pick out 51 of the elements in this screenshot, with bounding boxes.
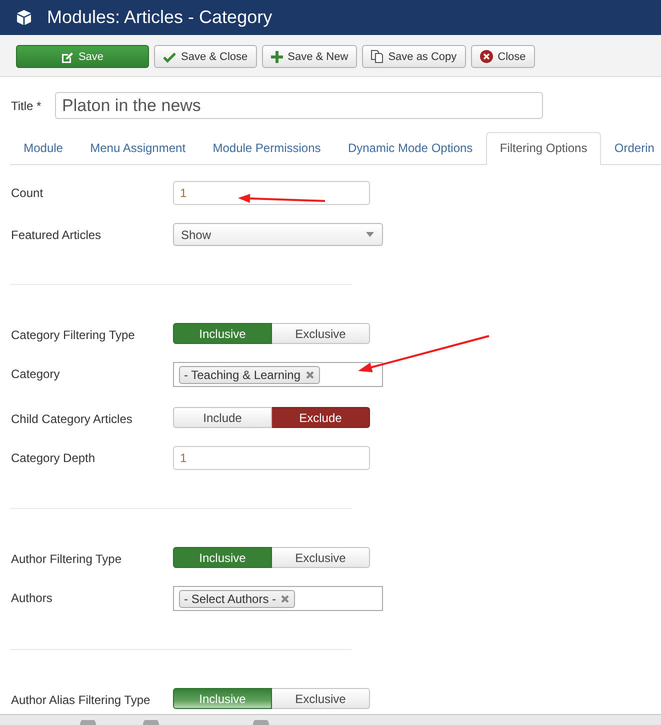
field-label: Category Filtering Type	[10, 327, 136, 343]
text-field[interactable]: 1	[173, 181, 370, 205]
page-title: Modules: Articles - Category	[47, 7, 272, 28]
tag-field[interactable]: - Teaching & Learning	[173, 362, 383, 387]
close-button[interactable]: Close	[470, 45, 535, 68]
toggle-option[interactable]: Inclusive	[173, 547, 272, 568]
tab[interactable]: Module	[10, 132, 77, 164]
toggle-option[interactable]: Exclusive	[272, 547, 370, 568]
toggle-option[interactable]: Exclude	[272, 407, 370, 428]
title-field[interactable]: Platon in the news	[55, 92, 543, 119]
field-label: Category Depth	[10, 450, 96, 466]
edit-icon	[61, 50, 74, 62]
check-icon	[163, 50, 176, 62]
field-label: Count	[10, 185, 44, 201]
copy-icon	[371, 50, 384, 63]
select-dropdown[interactable]: Show	[173, 223, 383, 246]
toggle-option[interactable]: Exclusive	[272, 323, 370, 344]
tab[interactable]: Dynamic Mode Options	[334, 132, 486, 164]
save-new-button[interactable]: Save & New	[262, 45, 358, 68]
field-label: Authors	[10, 590, 54, 606]
tag-chip[interactable]: - Select Authors -	[179, 590, 296, 608]
round-icon	[142, 720, 160, 725]
field-label: Author Alias Filtering Type	[10, 692, 152, 708]
toggle-option[interactable]: Include	[173, 407, 272, 428]
tag-chip[interactable]: - Teaching & Learning	[179, 366, 320, 384]
field-label: Author Filtering Type	[10, 551, 123, 567]
plus-icon	[270, 50, 283, 62]
tab[interactable]: Filtering Options	[486, 132, 601, 165]
save-button[interactable]: Save	[16, 45, 149, 68]
tag-label: - Select Authors -	[184, 592, 276, 606]
field-label: Title *	[10, 98, 42, 112]
toggle-option[interactable]: Exclusive	[272, 688, 370, 709]
tag-field[interactable]: - Select Authors -	[173, 586, 383, 611]
tag-label: - Teaching & Learning	[184, 368, 301, 382]
round-icon	[79, 720, 97, 725]
remove-icon	[281, 594, 290, 602]
field-label: Category	[10, 366, 61, 382]
round-icon	[252, 720, 270, 725]
caret-icon	[366, 232, 374, 237]
tab[interactable]: Orderin	[600, 132, 661, 164]
field-label: Child Category Articles	[10, 411, 134, 427]
remove-icon	[306, 370, 314, 378]
text-field[interactable]: 1	[173, 446, 370, 470]
save-close-button[interactable]: Save & Close	[154, 45, 257, 68]
toggle-option[interactable]: Inclusive	[173, 323, 272, 344]
tab[interactable]: Menu Assignment	[76, 132, 200, 164]
tab[interactable]: Module Permissions	[199, 132, 334, 164]
cube-icon	[17, 10, 31, 25]
save-copy-button[interactable]: Save as Copy	[362, 45, 466, 68]
close-icon	[480, 50, 493, 63]
field-label: Featured Articles	[10, 227, 102, 243]
